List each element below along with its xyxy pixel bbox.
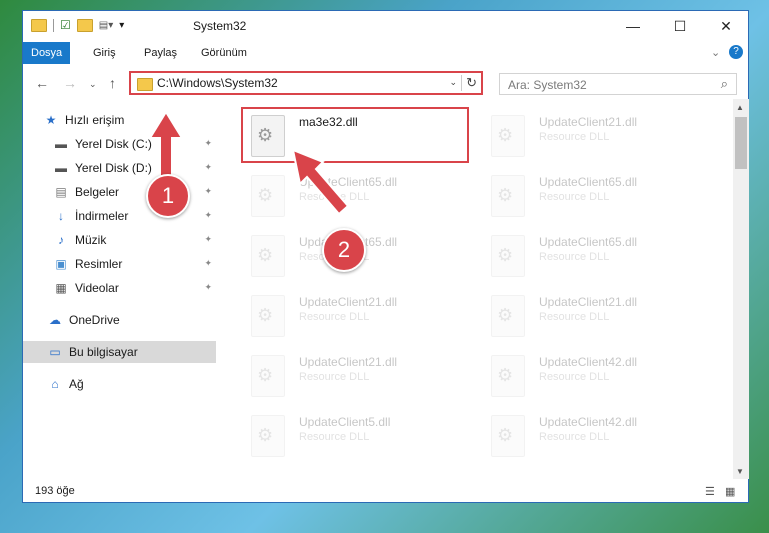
arrow-1 [148, 110, 184, 181]
annotation-arrows [148, 110, 350, 216]
arrow-2 [291, 148, 350, 216]
step-badge-2: 2 [322, 228, 366, 272]
step-badge-1: 1 [146, 174, 190, 218]
